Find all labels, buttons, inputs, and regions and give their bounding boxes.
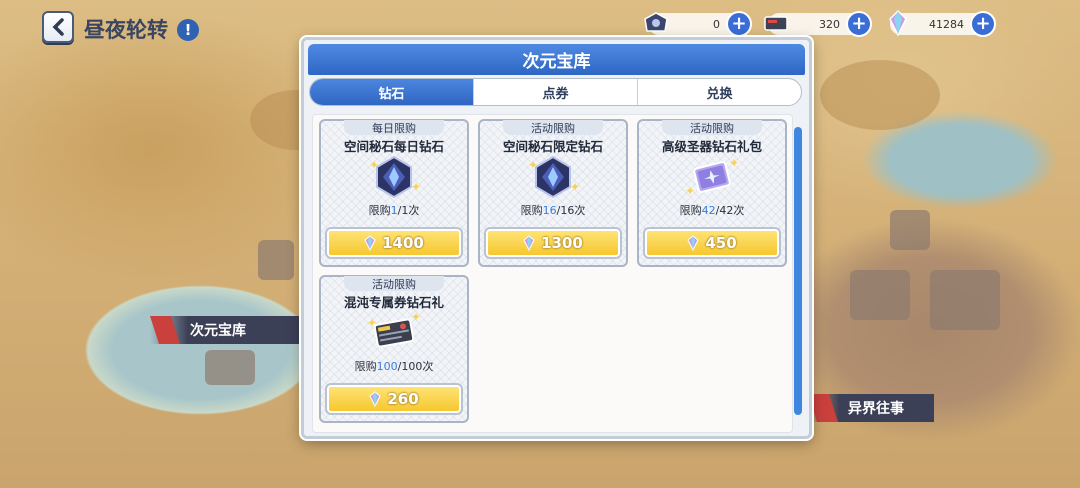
price-value: 260 [387,390,419,408]
diamond-icon [884,9,912,37]
tab-bar: 钻石 点券 兑换 [309,78,802,106]
item-tag: 活动限购 [344,276,444,291]
purchase-limit: 限购16/16次 [480,202,626,218]
price-value: 1300 [541,234,583,252]
diamond-icon [687,235,699,251]
diamond-icon [364,235,376,251]
item-name: 混沌专属券钻石礼 [343,295,444,310]
scrollbar[interactable] [794,127,802,415]
item-name: 高级圣器钻石礼包 [661,139,762,154]
map-location-otherworld[interactable]: 异界往事 [808,394,934,422]
limit-used: 1 [390,204,398,217]
map-rock [850,270,910,320]
map-island [820,60,940,130]
limit-used: 100 [376,360,398,373]
currency-ticket: 0 + [644,11,752,37]
diamond-icon [523,235,535,251]
limit-used: 16 [542,204,557,217]
relic-card-icon: ✦ ✦ [685,156,739,198]
map-building [258,240,294,280]
limit-used: 42 [701,204,716,217]
buy-button[interactable]: 1300 [484,227,622,259]
purchase-limit: 限购1/1次 [321,202,467,218]
crystal-icon: ✦ ✦ [367,154,421,200]
page-title: 昼夜轮转 [84,18,168,42]
buy-button[interactable]: 260 [325,383,463,415]
currency-voucher: 320 + [764,11,872,37]
shop-dialog: 次元宝库 钻石 点券 兑换 每日限购 空间秘石每日钻石 ✦ ✦ 限购1/1次 1… [301,37,812,439]
add-diamond-button[interactable]: + [970,11,996,37]
back-button[interactable] [42,11,74,43]
add-voucher-button[interactable]: + [846,11,872,37]
price-value: 450 [705,234,737,252]
tab-diamond[interactable]: 钻石 [310,79,473,105]
item-tag: 每日限购 [344,120,444,135]
map-rock [890,210,930,250]
map-rock [930,270,1000,330]
map-building [205,350,255,385]
limit-prefix: 限购 [368,204,391,217]
limit-prefix: 限购 [679,204,702,217]
item-name: 空间秘石每日钻石 [343,139,444,154]
currency-value: 41284 [929,17,964,31]
item-tag: 活动限购 [662,120,762,135]
currency-diamond: 41284 + [889,10,996,37]
buy-button[interactable]: 1400 [325,227,463,259]
limit-prefix: 限购 [520,204,543,217]
limit-prefix: 限购 [354,360,377,373]
ticket-card-icon: ✦ ✦ [367,310,421,356]
shop-item-card[interactable]: 每日限购 空间秘石每日钻石 ✦ ✦ 限购1/1次 1400 [319,119,469,267]
dialog-title: 次元宝库 [308,44,805,75]
map-location-vault[interactable]: 次元宝库 [150,316,300,344]
currency-value: 320 [819,17,840,31]
item-name: 空间秘石限定钻石 [502,139,603,154]
map-location-label: 次元宝库 [190,323,246,339]
shop-item-card[interactable]: 活动限购 高级圣器钻石礼包 ✦ ✦ 限购42/42次 450 [637,119,787,267]
buy-button[interactable]: 450 [643,227,781,259]
diamond-icon [369,391,381,407]
purchase-limit: 限购100/100次 [321,358,467,374]
tab-exchange[interactable]: 兑换 [637,79,801,105]
crystal-icon: ✦ ✦ [526,154,580,200]
limit-total: /42次 [715,204,745,217]
ticket-icon [642,9,670,37]
currency-value: 0 [713,17,720,31]
info-icon[interactable]: ! [177,19,199,41]
purchase-limit: 限购42/42次 [639,202,785,218]
shop-item-card[interactable]: 活动限购 空间秘石限定钻石 ✦ ✦ 限购16/16次 1300 [478,119,628,267]
item-tag: 活动限购 [503,120,603,135]
voucher-icon [762,9,790,37]
shop-item-card[interactable]: 活动限购 混沌专属券钻石礼 ✦ ✦ 限购100/100次 260 [319,275,469,423]
shop-item-grid: 每日限购 空间秘石每日钻石 ✦ ✦ 限购1/1次 1400 活动限购 空间秘石限… [312,114,793,433]
limit-total: /1次 [397,204,420,217]
price-value: 1400 [382,234,424,252]
tab-voucher[interactable]: 点券 [473,79,637,105]
limit-total: /100次 [397,360,434,373]
add-ticket-button[interactable]: + [726,11,752,37]
map-location-label: 异界往事 [848,401,904,417]
chevron-left-icon [52,18,64,36]
limit-total: /16次 [556,204,586,217]
